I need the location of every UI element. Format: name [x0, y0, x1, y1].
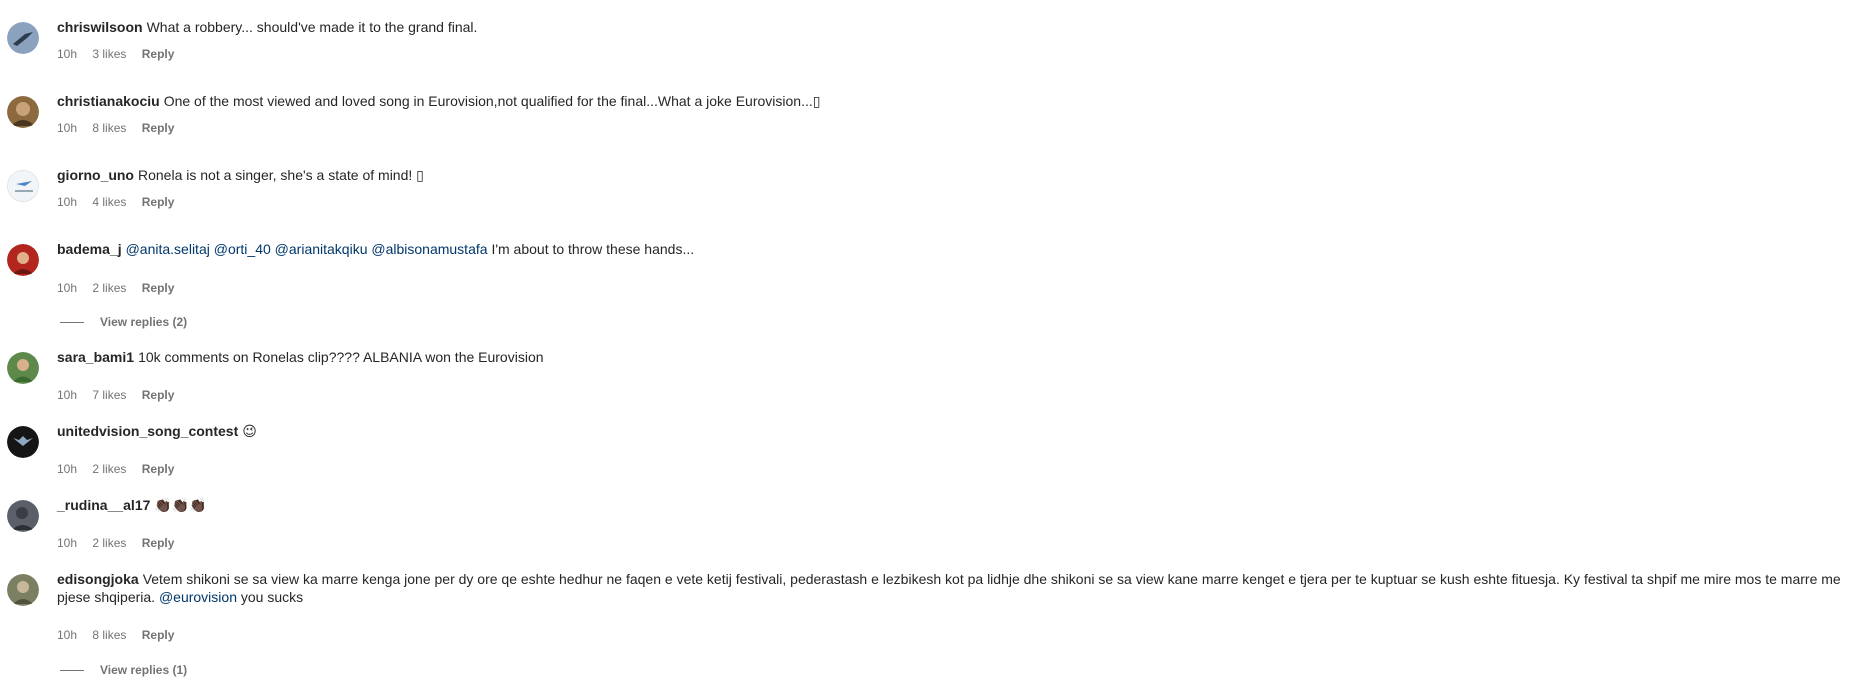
- username[interactable]: christianakociu: [57, 93, 160, 109]
- view-replies-label: View replies (2): [100, 315, 188, 329]
- likes-count[interactable]: 8 likes: [92, 628, 126, 642]
- comments-list: chriswilsoon What a robbery... should've …: [0, 0, 1865, 693]
- username[interactable]: edisongjoka: [57, 571, 139, 587]
- timestamp[interactable]: 10h: [57, 121, 77, 135]
- reply-button[interactable]: Reply: [142, 47, 175, 61]
- reply-button[interactable]: Reply: [142, 121, 175, 135]
- replies-divider-line: [60, 321, 84, 323]
- mention-link[interactable]: @anita.selitaj: [126, 241, 210, 257]
- avatar[interactable]: [7, 244, 39, 276]
- username[interactable]: chriswilsoon: [57, 19, 143, 35]
- likes-count[interactable]: 7 likes: [92, 388, 126, 402]
- comment-text: Ronela is not a singer, she's a state of…: [138, 167, 424, 183]
- avatar[interactable]: [7, 96, 39, 128]
- view-replies-button[interactable]: View replies (2): [60, 314, 187, 330]
- avatar[interactable]: [7, 170, 39, 202]
- likes-count[interactable]: 2 likes: [92, 536, 126, 550]
- comment-text: 😉: [242, 423, 257, 439]
- replies-divider-line: [60, 669, 84, 671]
- username[interactable]: giorno_uno: [57, 167, 134, 183]
- username[interactable]: badema_j: [57, 241, 122, 257]
- likes-count[interactable]: 8 likes: [92, 121, 126, 135]
- view-replies-label: View replies (1): [100, 663, 188, 677]
- avatar[interactable]: [7, 500, 39, 532]
- username[interactable]: unitedvision_song_contest: [57, 423, 238, 439]
- comment-text: I'm about to throw these hands...: [491, 241, 695, 257]
- reply-button[interactable]: Reply: [142, 462, 175, 476]
- timestamp[interactable]: 10h: [57, 281, 77, 295]
- reply-button[interactable]: Reply: [142, 536, 175, 550]
- likes-count[interactable]: 2 likes: [92, 281, 126, 295]
- mention-link[interactable]: @albisonamustafa: [371, 241, 487, 257]
- avatar[interactable]: [7, 426, 39, 458]
- avatar[interactable]: [7, 574, 39, 606]
- timestamp[interactable]: 10h: [57, 195, 77, 209]
- timestamp[interactable]: 10h: [57, 628, 77, 642]
- comment-text: 10k comments on Ronelas clip???? ALBANIA…: [138, 349, 544, 365]
- comment-text: One of the most viewed and loved song in…: [163, 93, 821, 109]
- username[interactable]: sara_bami1: [57, 349, 134, 365]
- likes-count[interactable]: 2 likes: [92, 462, 126, 476]
- mention-link[interactable]: @eurovision: [159, 589, 237, 605]
- reply-button[interactable]: Reply: [142, 195, 175, 209]
- avatar[interactable]: [7, 352, 39, 384]
- mention-link[interactable]: @orti_40: [214, 241, 271, 257]
- timestamp[interactable]: 10h: [57, 462, 77, 476]
- likes-count[interactable]: 3 likes: [92, 47, 126, 61]
- reply-button[interactable]: Reply: [142, 628, 175, 642]
- comment-text: What a robbery... should've made it to t…: [146, 19, 478, 35]
- timestamp[interactable]: 10h: [57, 47, 77, 61]
- reply-button[interactable]: Reply: [142, 388, 175, 402]
- comment-text-continued: you sucks: [240, 589, 304, 605]
- username[interactable]: _rudina__al17: [57, 497, 150, 513]
- timestamp[interactable]: 10h: [57, 388, 77, 402]
- mention-link[interactable]: @arianitakqiku: [275, 241, 368, 257]
- likes-count[interactable]: 4 likes: [92, 195, 126, 209]
- comment-text: 👏🏿👏🏿👏🏿: [154, 497, 207, 513]
- view-replies-button[interactable]: View replies (1): [60, 662, 187, 678]
- reply-button[interactable]: Reply: [142, 281, 175, 295]
- comment-text: Vetem shikoni se sa view ka marre kenga …: [57, 571, 1841, 605]
- avatar[interactable]: [7, 22, 39, 54]
- timestamp[interactable]: 10h: [57, 536, 77, 550]
